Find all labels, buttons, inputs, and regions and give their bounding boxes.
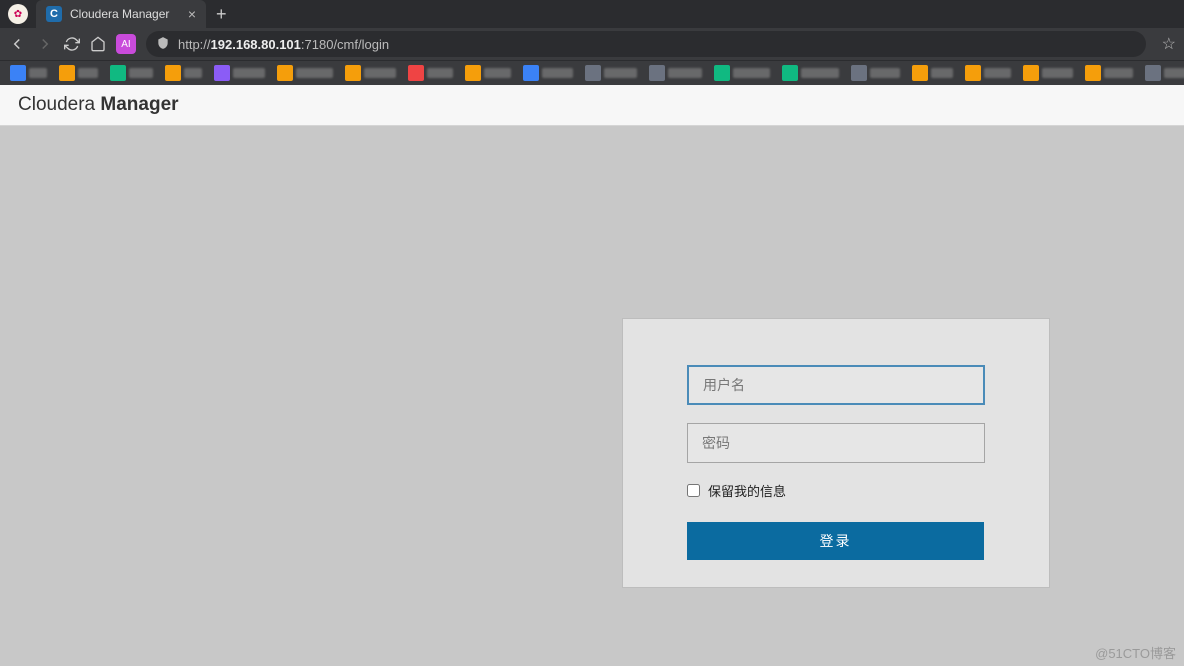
new-tab-button[interactable]: + — [216, 4, 227, 25]
close-icon[interactable]: × — [188, 6, 196, 22]
page-header: Cloudera Manager — [0, 85, 1184, 126]
profile-avatar[interactable]: ✿ — [8, 4, 28, 24]
remember-row[interactable]: 保留我的信息 — [687, 481, 985, 500]
watermark-text: @51CTO博客 — [1095, 643, 1176, 662]
bookmark-item[interactable] — [106, 65, 157, 81]
login-card: 保留我的信息 登录 — [622, 318, 1050, 588]
bookmark-item[interactable] — [581, 65, 641, 81]
bookmark-item[interactable] — [710, 65, 774, 81]
tab-title: Cloudera Manager — [70, 7, 180, 21]
bookmark-star-icon[interactable]: ☆ — [1162, 34, 1176, 54]
bookmark-item[interactable] — [55, 65, 102, 81]
bookmark-item[interactable] — [461, 65, 515, 81]
reload-button[interactable] — [64, 36, 80, 52]
home-button[interactable] — [90, 36, 106, 52]
bookmark-bar — [0, 60, 1184, 85]
browser-tab[interactable]: C Cloudera Manager × — [36, 0, 206, 28]
bookmark-item[interactable] — [908, 65, 957, 81]
forward-button — [36, 35, 54, 53]
bookmark-item[interactable] — [273, 65, 337, 81]
bookmark-item[interactable] — [161, 65, 206, 81]
shield-icon — [156, 36, 170, 53]
remember-checkbox[interactable] — [687, 484, 700, 497]
address-bar[interactable]: http://192.168.80.101:7180/cmf/login — [146, 31, 1146, 57]
bookmark-item[interactable] — [404, 65, 457, 81]
brand-title: Cloudera Manager — [18, 94, 179, 116]
bookmark-item[interactable] — [1019, 65, 1077, 81]
password-input[interactable] — [687, 423, 985, 463]
bookmark-item[interactable] — [645, 65, 706, 81]
bookmark-item[interactable] — [1141, 65, 1184, 81]
bookmark-item[interactable] — [847, 65, 904, 81]
extension-icon[interactable]: AI — [116, 34, 136, 54]
bookmark-item[interactable] — [778, 65, 843, 81]
bookmark-item[interactable] — [210, 65, 269, 81]
remember-label: 保留我的信息 — [708, 481, 786, 500]
login-button[interactable]: 登录 — [687, 522, 984, 560]
bookmark-item[interactable] — [961, 65, 1015, 81]
url-text: http://192.168.80.101:7180/cmf/login — [178, 37, 389, 52]
username-input[interactable] — [687, 365, 985, 405]
tab-favicon: C — [46, 6, 62, 22]
bookmark-item[interactable] — [519, 65, 577, 81]
bookmark-item[interactable] — [341, 65, 400, 81]
bookmark-item[interactable] — [6, 65, 51, 81]
bookmark-item[interactable] — [1081, 65, 1137, 81]
back-button[interactable] — [8, 35, 26, 53]
